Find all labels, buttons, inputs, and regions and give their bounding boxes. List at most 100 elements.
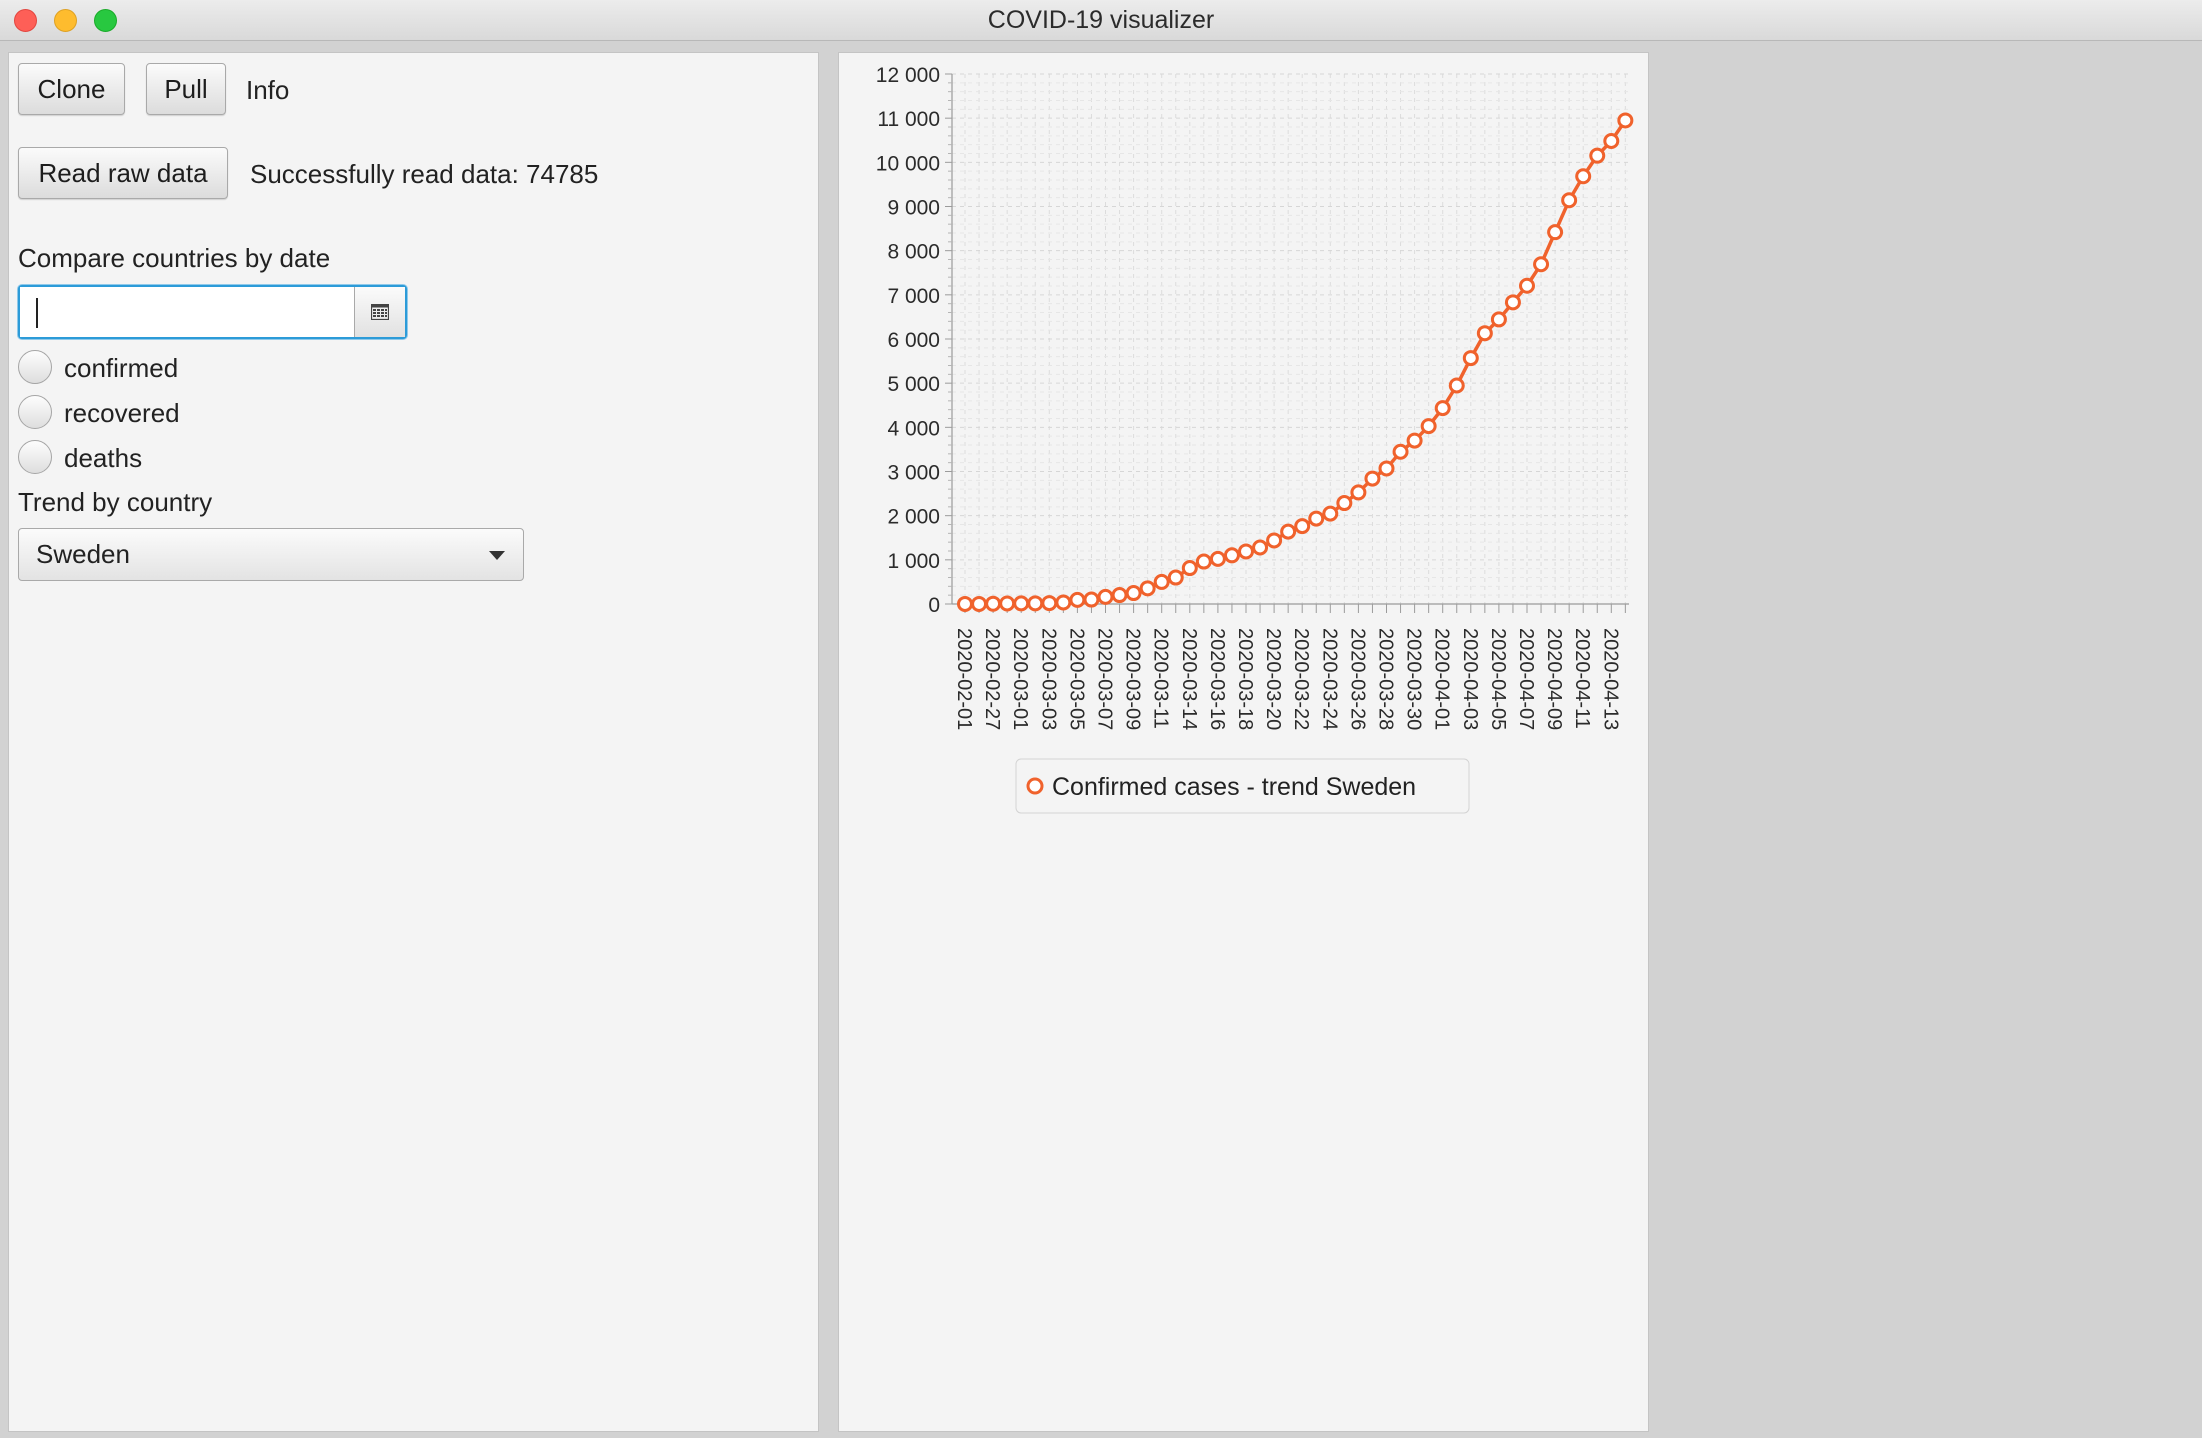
- data-point: [1069, 591, 1086, 608]
- info-label: Info: [246, 75, 290, 105]
- data-point: [1223, 547, 1240, 564]
- x-tick-label: 2020-04-09: [1543, 628, 1565, 730]
- data-point: [1083, 591, 1100, 608]
- x-tick-label: 2020-03-28: [1375, 628, 1397, 730]
- data-point: [1462, 350, 1479, 367]
- y-tick-label: 7 000: [887, 285, 940, 308]
- x-tick-label: 2020-03-20: [1262, 628, 1284, 730]
- data-point: [1167, 569, 1184, 586]
- radio-deaths[interactable]: [18, 440, 52, 474]
- x-tick-label: 2020-03-07: [1094, 628, 1116, 730]
- data-point: [1013, 595, 1030, 612]
- trend-heading: Trend by country: [18, 487, 213, 517]
- date-picker[interactable]: [18, 285, 407, 339]
- x-tick-label: 2020-03-14: [1178, 628, 1200, 730]
- text-caret: [36, 298, 38, 328]
- x-tick-label: 2020-03-16: [1206, 628, 1228, 730]
- data-point: [1153, 573, 1170, 590]
- x-tick-label: 2020-04-07: [1515, 628, 1537, 730]
- x-tick-label: 2020-02-27: [981, 628, 1003, 730]
- y-tick-label: 11 000: [877, 108, 940, 131]
- data-point: [1448, 377, 1465, 394]
- x-tick-label: 2020-04-03: [1459, 628, 1481, 730]
- clone-button[interactable]: Clone: [18, 63, 125, 115]
- data-point: [1392, 443, 1409, 460]
- radio-confirmed[interactable]: [18, 350, 52, 384]
- x-tick-label: 2020-03-30: [1403, 628, 1425, 730]
- data-point: [1195, 553, 1212, 570]
- data-point: [1139, 580, 1156, 597]
- window-titlebar: COVID-19 visualizer: [0, 0, 2202, 41]
- y-tick-label: 2 000: [887, 506, 940, 529]
- x-tick-label: 2020-03-26: [1346, 628, 1368, 730]
- data-point: [1252, 539, 1269, 556]
- x-tick-label: 2020-04-13: [1599, 628, 1621, 730]
- legend-label: Confirmed cases - trend Sweden: [1052, 773, 1416, 801]
- status-text: Successfully read data: 74785: [250, 159, 599, 189]
- data-point: [1125, 585, 1142, 602]
- data-point: [1533, 256, 1550, 273]
- data-point: [1434, 400, 1451, 417]
- y-tick-label: 9 000: [887, 197, 940, 220]
- y-tick-label: 6 000: [887, 329, 940, 352]
- chart-panel: 0 1 000 2 000 3 000 4 000 5 000 6 000 7 000 8 00…: [838, 52, 1649, 1432]
- y-tick-label: 0: [928, 594, 940, 617]
- data-point: [1603, 133, 1620, 150]
- data-point: [1364, 470, 1381, 487]
- data-point: [1561, 192, 1578, 209]
- y-tick-label: 5 000: [887, 373, 940, 396]
- y-tick-label: 12 000: [876, 64, 940, 87]
- data-point: [1420, 418, 1437, 435]
- data-point: [1097, 588, 1114, 605]
- data-point: [999, 595, 1016, 612]
- chevron-down-icon: [489, 551, 505, 560]
- x-tick-label: 2020-03-05: [1065, 628, 1087, 730]
- data-point: [1294, 518, 1311, 535]
- data-point: [1238, 543, 1254, 560]
- x-tick-label: 2020-04-11: [1571, 628, 1593, 729]
- data-point: [1027, 595, 1044, 612]
- data-point: [1336, 495, 1353, 512]
- x-tick-label: 2020-03-09: [1122, 628, 1144, 730]
- x-tick-label: 2020-03-22: [1290, 628, 1312, 730]
- x-tick-label: 2020-03-03: [1037, 628, 1059, 730]
- data-point: [1406, 432, 1423, 449]
- data-point: [1181, 560, 1198, 577]
- radio-recovered-label: recovered: [64, 398, 180, 428]
- data-point: [1055, 594, 1072, 611]
- radio-recovered[interactable]: [18, 395, 52, 429]
- window-title: COVID-19 visualizer: [987, 6, 1215, 34]
- country-select-value: Sweden: [36, 539, 130, 569]
- radio-confirmed-label: confirmed: [64, 353, 179, 383]
- x-tick-label: 2020-04-01: [1431, 628, 1453, 730]
- data-point: [1111, 587, 1128, 604]
- legend-symbol: [1026, 777, 1044, 795]
- data-point: [1476, 325, 1493, 342]
- data-point: [1209, 550, 1226, 567]
- data-point: [1041, 595, 1058, 612]
- read-raw-data-button[interactable]: Read raw data: [18, 147, 228, 199]
- data-point: [1378, 460, 1395, 477]
- data-point: [1490, 311, 1507, 328]
- x-tick-label: 2020-03-11: [1150, 628, 1172, 729]
- data-point: [1280, 523, 1297, 540]
- pull-button[interactable]: Pull: [146, 63, 226, 115]
- y-tick-label: 8 000: [887, 241, 940, 264]
- date-input[interactable]: [20, 287, 352, 337]
- calendar-icon: [371, 304, 389, 320]
- data-point: [1547, 224, 1564, 241]
- data-point: [1519, 277, 1535, 294]
- data-point: [1617, 112, 1634, 129]
- radio-deaths-label: deaths: [64, 443, 143, 473]
- y-tick-label: 4 000: [887, 417, 940, 440]
- x-tick-label: 2020-03-24: [1318, 628, 1340, 730]
- calendar-button[interactable]: [354, 287, 405, 337]
- data-point: [1589, 147, 1606, 164]
- data-point: [1504, 294, 1521, 311]
- country-select[interactable]: Sweden: [18, 528, 524, 581]
- controls-panel: Clone Pull Info Read raw data Successful…: [8, 52, 819, 1432]
- data-point: [957, 595, 973, 612]
- y-tick-label: 1 000: [887, 550, 940, 573]
- data-point: [1308, 510, 1325, 527]
- data-point: [1322, 505, 1339, 522]
